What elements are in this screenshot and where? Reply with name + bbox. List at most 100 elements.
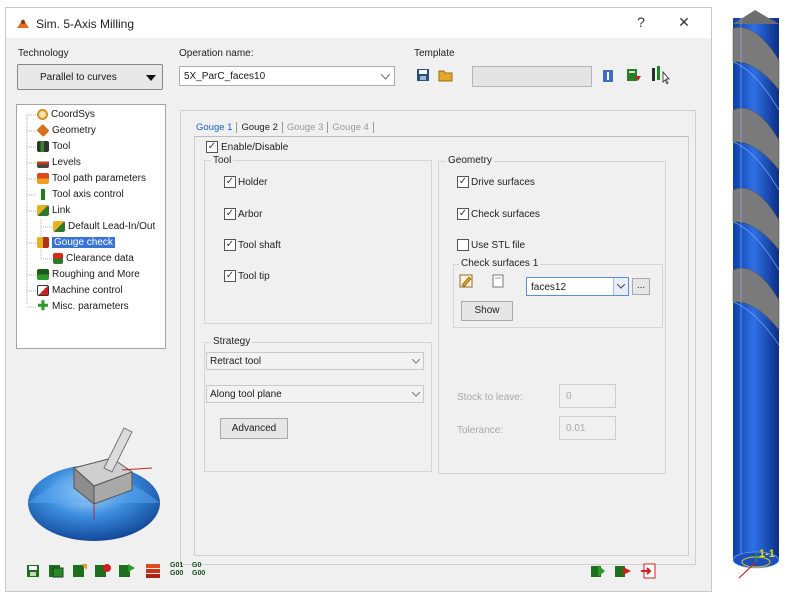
help-button[interactable]: ?: [631, 14, 651, 30]
stock-input[interactable]: 0: [559, 384, 616, 408]
tree-item-label: Misc. parameters: [52, 301, 129, 312]
save-as-icon[interactable]: [48, 564, 64, 578]
save-close-icon[interactable]: [94, 563, 112, 579]
holder-checkbox[interactable]: ✓: [224, 176, 236, 188]
gcode-g0-button[interactable]: G0 G00: [192, 562, 205, 578]
advanced-button[interactable]: Advanced: [220, 418, 288, 439]
geometry-icon: [36, 123, 50, 138]
close-button[interactable]: ✕: [674, 14, 694, 31]
parameter-tree: CoordSys Geometry Tool Levels Tool path …: [16, 104, 166, 349]
operation-name-value: 5X_ParC_faces10: [184, 71, 266, 82]
gcode-label-a: G01: [170, 562, 184, 569]
tree-item-label: Machine control: [52, 285, 123, 296]
retract-value: Retract tool: [210, 356, 262, 367]
save-template-icon[interactable]: [416, 68, 430, 82]
tree-item-label: Tool path parameters: [52, 173, 146, 184]
arbor-checkbox[interactable]: ✓: [224, 208, 236, 220]
cad-viewport[interactable]: 1-1: [715, 0, 806, 594]
open-template-icon[interactable]: [438, 68, 454, 82]
tab-gouge-2[interactable]: Gouge 2: [237, 122, 283, 133]
title-bar: Sim. 5-Axis Milling ? ✕: [6, 8, 711, 38]
misc-icon: ✚: [37, 298, 49, 313]
tool-tip-checkbox[interactable]: ✓: [224, 270, 236, 282]
tree-item-lead-in-out[interactable]: Default Lead-In/Out: [53, 221, 155, 232]
browse-button[interactable]: ...: [632, 278, 650, 295]
gouge-check-icon: [37, 237, 49, 248]
exit-calc-icon[interactable]: [614, 563, 632, 579]
tool-axis-icon: [37, 189, 49, 200]
window-title: Sim. 5-Axis Milling: [36, 17, 135, 31]
dropdown-arrow[interactable]: [613, 278, 628, 295]
tree-item-label: Tool axis control: [52, 189, 124, 200]
check-surface-select[interactable]: faces12: [526, 277, 629, 296]
gcode-g01-button[interactable]: G01 G00: [170, 562, 183, 578]
chevron-down-icon: [617, 284, 625, 289]
tool-group-title: Tool: [211, 155, 234, 166]
tree-item-roughing[interactable]: Roughing and More: [37, 269, 140, 280]
technology-label: Technology: [18, 48, 69, 59]
save-calc-icon[interactable]: [72, 563, 88, 579]
check-surface-value: faces12: [531, 282, 567, 293]
tool-shaft-checkbox[interactable]: ✓: [224, 239, 236, 251]
info-icon[interactable]: [603, 70, 613, 82]
tree-item-label: Default Lead-In/Out: [68, 221, 156, 232]
pick-surface-icon[interactable]: [459, 274, 473, 288]
tree-item-link[interactable]: Link: [37, 205, 70, 216]
gouge-tabs: Gouge 1 Gouge 2 Gouge 3 Gouge 4: [192, 122, 374, 133]
holder-label: Holder: [238, 177, 268, 188]
tree-item-geometry[interactable]: Geometry: [36, 123, 96, 138]
tree-item-gouge-check[interactable]: Gouge check: [37, 237, 115, 248]
tree-item-label: Gouge check: [52, 237, 115, 248]
gcode-label-b: G00: [170, 570, 184, 577]
tree-item-misc[interactable]: ✚ Misc. parameters: [37, 298, 129, 313]
tolerance-input[interactable]: 0.01: [559, 416, 616, 440]
levels-icon: [37, 157, 49, 168]
drive-surfaces-label: Drive surfaces: [471, 177, 535, 188]
view-label: 1-1: [759, 548, 775, 560]
along-plane-select[interactable]: Along tool plane: [206, 385, 424, 403]
use-stl-checkbox[interactable]: [457, 239, 469, 251]
technology-select[interactable]: Parallel to curves: [17, 64, 163, 90]
tree-item-clearance[interactable]: Clearance data: [53, 253, 134, 264]
gcode-label-c: G0: [192, 562, 202, 569]
library-icon[interactable]: [626, 67, 642, 83]
export-icon[interactable]: [590, 563, 606, 579]
enable-checkbox[interactable]: ✓: [206, 141, 218, 153]
coordsys-icon: [37, 109, 48, 120]
drive-surfaces-checkbox[interactable]: ✓: [457, 176, 469, 188]
check-surfaces-checkbox[interactable]: ✓: [457, 208, 469, 220]
tree-item-toolpath-params[interactable]: Tool path parameters: [37, 173, 146, 184]
tab-gouge-1[interactable]: Gouge 1: [192, 122, 238, 133]
tree-item-levels[interactable]: Levels: [37, 157, 81, 168]
enable-label: Enable/Disable: [221, 142, 289, 153]
tree-item-label: Clearance data: [66, 253, 134, 264]
bottom-toolbar: G01 G00 G0 G00: [6, 550, 711, 590]
save-calc-close-icon[interactable]: [118, 563, 136, 579]
template-field[interactable]: [472, 66, 592, 87]
tree-item-tool[interactable]: Tool: [37, 141, 70, 152]
operation-name-input[interactable]: 5X_ParC_faces10: [179, 66, 395, 86]
tolerance-label: Tolerance:: [457, 425, 504, 436]
tool-path-stack-icon[interactable]: [144, 562, 162, 580]
retract-select[interactable]: Retract tool: [206, 352, 424, 370]
tree-item-label: CoordSys: [51, 109, 95, 120]
milling-dialog: Sim. 5-Axis Milling ? ✕ Technology Paral…: [5, 7, 712, 592]
tools-pointer-icon[interactable]: [651, 66, 671, 84]
clearance-icon: [53, 253, 63, 264]
tree-item-label: Geometry: [52, 125, 96, 136]
along-plane-value: Along tool plane: [210, 389, 282, 400]
clear-selection-icon[interactable]: [491, 274, 505, 288]
operation-label: Operation name:: [179, 48, 254, 59]
roughing-icon: [37, 269, 49, 280]
exit-icon[interactable]: [640, 563, 656, 579]
tree-item-machine-control[interactable]: Machine control: [37, 285, 123, 296]
save-icon[interactable]: [26, 564, 40, 578]
tree-item-tool-axis[interactable]: Tool axis control: [37, 189, 124, 200]
tab-gouge-3[interactable]: Gouge 3: [283, 122, 329, 133]
arbor-label: Arbor: [238, 209, 263, 220]
tab-gouge-4[interactable]: Gouge 4: [328, 122, 374, 133]
app-icon: [17, 19, 29, 28]
show-button[interactable]: Show: [461, 301, 513, 321]
tree-item-coordsys[interactable]: CoordSys: [37, 109, 95, 120]
chevron-down-icon: [412, 392, 420, 397]
